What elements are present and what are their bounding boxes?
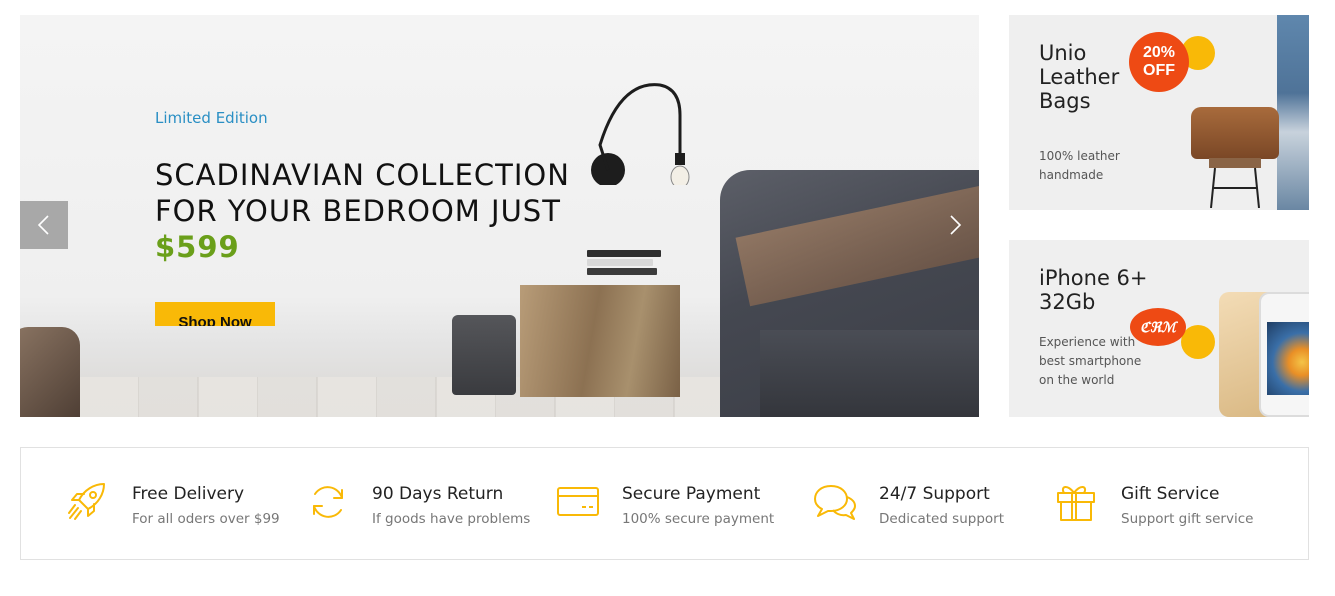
banner-title: Unio Leather Bags [1039, 41, 1120, 113]
chat-bubbles-icon [814, 485, 856, 520]
banner-description: Experience with best smartphone on the w… [1039, 335, 1142, 387]
banner-description: 100% leather handmade [1039, 149, 1120, 182]
service-subtitle: Dedicated support [879, 511, 1005, 527]
banner-leather-bags[interactable]: 20% OFF Unio Leather Bags 100% leather h… [1009, 15, 1309, 210]
banner-iphone[interactable]: ℭℜℳ iPhone 6+ 32Gb Experience with best … [1009, 240, 1309, 417]
services-bar: Free Delivery For all oders over $99 90 … [20, 447, 1309, 560]
service-subtitle: For all oders over $99 [132, 511, 280, 527]
model-person-image [1277, 15, 1309, 210]
service-subtitle: Support gift service [1121, 511, 1254, 527]
hero-wood-stool-image [520, 285, 680, 397]
banner-title: iPhone 6+ 32Gb [1039, 266, 1148, 314]
service-title: Secure Payment [622, 484, 761, 504]
credit-card-icon [557, 487, 599, 516]
service-title: Free Delivery [132, 484, 245, 504]
service-subtitle: 100% secure payment [622, 511, 775, 527]
chevron-left-icon [37, 215, 49, 235]
slider-prev-button[interactable] [20, 201, 68, 249]
gift-icon [1057, 486, 1095, 521]
hero-eyebrow: Limited Edition [155, 109, 268, 127]
hero-headline-text: SCADINAVIAN COLLECTION FOR YOUR BEDROOM … [155, 158, 570, 228]
hero-books-image [587, 250, 661, 284]
hero-sofa-image [20, 327, 80, 417]
refresh-icon [313, 486, 343, 518]
slider-next-button[interactable] [931, 201, 979, 249]
service-subtitle: If goods have problems [372, 511, 531, 527]
hero-price: $599 [155, 230, 240, 264]
decor-dot [1181, 325, 1215, 359]
wall-lamp-image [591, 83, 690, 185]
hero-bag-image [452, 315, 516, 395]
service-title: 24/7 Support [879, 484, 990, 504]
shop-now-button[interactable]: Shop Now [155, 302, 275, 326]
service-title: 90 Days Return [372, 484, 504, 504]
chevron-right-icon [950, 215, 962, 235]
hero-headline: SCADINAVIAN COLLECTION FOR YOUR BEDROOM … [155, 157, 575, 265]
leather-bag-image [1191, 107, 1279, 159]
service-title: Gift Service [1121, 484, 1220, 504]
stool-image [1209, 158, 1261, 208]
hero-slider: Limited Edition SCADINAVIAN COLLECTION F… [20, 15, 979, 417]
rocket-icon [68, 483, 105, 520]
phone-front-image [1259, 292, 1309, 417]
